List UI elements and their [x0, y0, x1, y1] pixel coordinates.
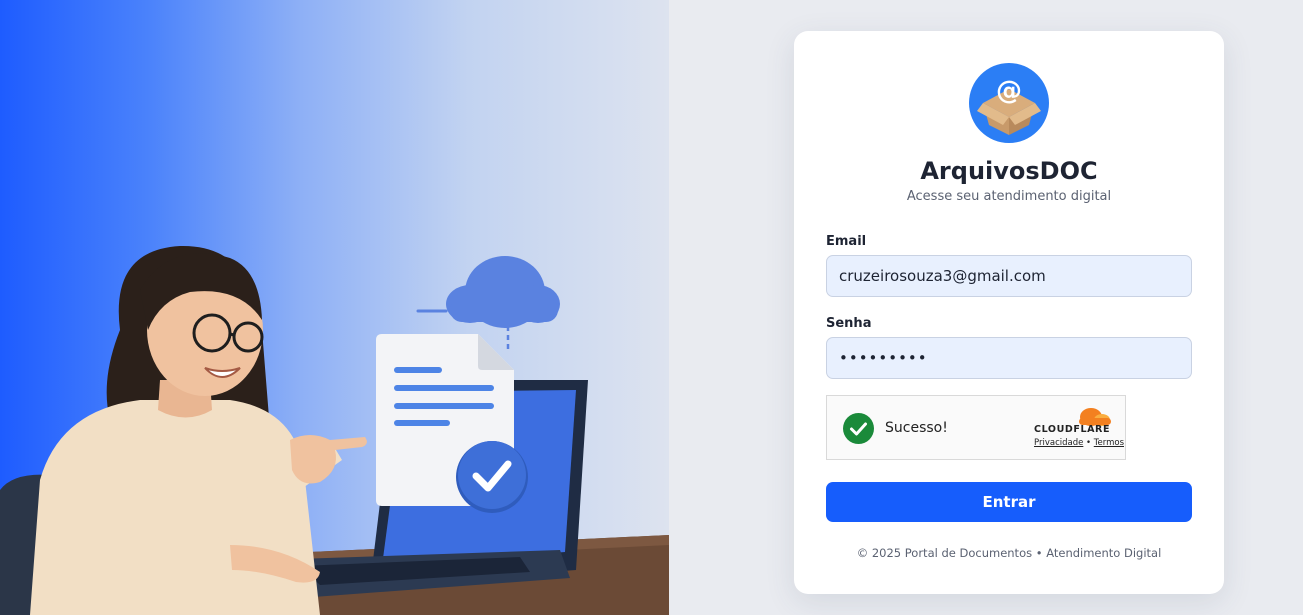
privacy-link[interactable]: Privacidade — [1034, 438, 1083, 448]
terms-link[interactable]: Termos — [1094, 438, 1124, 448]
success-check-icon — [843, 413, 874, 444]
links-separator: • — [1083, 438, 1094, 448]
password-field[interactable]: ••••••••• — [826, 337, 1192, 379]
footer-text: © 2025 Portal de Documentos • Atendiment… — [856, 546, 1162, 560]
email-label: Email — [826, 234, 867, 249]
check-badge-icon — [456, 441, 528, 513]
person-laptop-illustration — [0, 245, 669, 615]
brand-title: ArquivosDOC — [920, 157, 1098, 185]
login-card: @ ArquivosDOC Acesse seu atendimento dig… — [794, 31, 1224, 594]
svg-text:@: @ — [996, 76, 1022, 106]
hero-illustration — [0, 0, 669, 615]
cloudflare-captcha[interactable]: Sucesso! CLOUDFLARE Privacidade • Termos — [826, 395, 1126, 460]
captcha-status: Sucesso! — [885, 420, 948, 436]
captcha-links: Privacidade • Termos — [1034, 438, 1124, 448]
brand-subtitle: Acesse seu atendimento digital — [906, 189, 1112, 204]
email-field[interactable]: cruzeirosouza3@gmail.com — [826, 255, 1192, 297]
cloudflare-brand: CLOUDFLARE — [1034, 424, 1111, 435]
at-sign-box-icon: @ — [969, 63, 1049, 143]
submit-button[interactable]: Entrar — [826, 482, 1192, 522]
password-label: Senha — [826, 316, 872, 331]
